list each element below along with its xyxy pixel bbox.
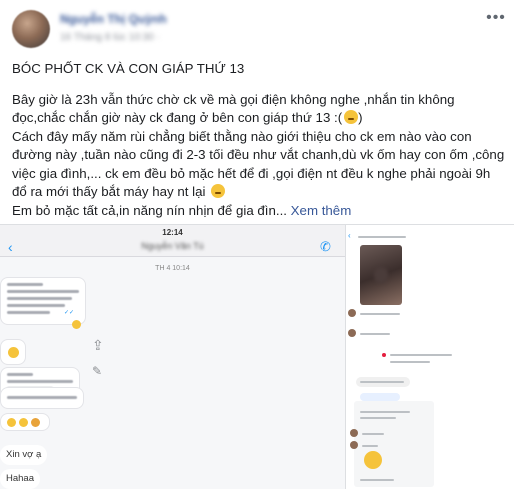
blurred-text bbox=[360, 313, 400, 315]
attached-chat-screenshot[interactable]: 12:14 Nguyễn Văn Tú ‹ ✆ TH 4 10:14 ✓✓ ⇪ … bbox=[0, 225, 345, 489]
phone-icon: ✆ bbox=[320, 239, 331, 254]
avatar bbox=[348, 329, 356, 337]
sad-face-emoji-icon bbox=[344, 110, 359, 124]
post-header: Nguyễn Thị Quỳnh 16 Tháng 8 lúc 10:30 · … bbox=[0, 0, 514, 56]
blurred-text bbox=[360, 333, 390, 335]
chevron-left-icon: ‹ bbox=[348, 231, 351, 240]
chat-bubble bbox=[0, 277, 86, 325]
see-more-link[interactable]: Xem thêm bbox=[287, 203, 352, 218]
post-paragraph: Em bỏ mặc tất cả,in năng nín nhịn để gia… bbox=[12, 202, 352, 218]
blurred-text bbox=[360, 381, 404, 383]
status-bar-time: 12:14 bbox=[162, 228, 183, 237]
chat-bubble bbox=[0, 339, 26, 365]
blurred-text bbox=[362, 445, 378, 447]
blurred-text bbox=[358, 236, 406, 238]
emoji-icon bbox=[364, 451, 382, 469]
chat-bubble bbox=[360, 393, 400, 401]
chat-header: 12:14 Nguyễn Văn Tú ‹ ✆ bbox=[0, 225, 345, 257]
post-paragraph: Bây giờ là 23h vẫn thức chờ ck về mà gọi… bbox=[12, 91, 455, 126]
notification-dot bbox=[382, 353, 386, 357]
chat-reply-bubble: Xin vợ ạ bbox=[0, 445, 48, 465]
pen-icon: ✎ bbox=[92, 364, 103, 378]
avatar bbox=[350, 441, 358, 449]
avatar bbox=[350, 429, 358, 437]
attached-messenger-screenshot[interactable]: ‹ bbox=[345, 225, 514, 489]
chat-bubble bbox=[0, 413, 50, 431]
chat-date-stamp: TH 4 10:14 bbox=[155, 265, 190, 272]
poster-avatar[interactable] bbox=[12, 10, 50, 48]
share-icon: ⇪ bbox=[92, 337, 104, 353]
blurred-text bbox=[390, 354, 452, 356]
blurred-text bbox=[390, 361, 430, 363]
post-body: BÓC PHỐT CK VÀ CON GIÁP THỨ 13 Bây giờ l… bbox=[12, 60, 506, 220]
chat-contact-name: Nguyễn Văn Tú bbox=[141, 241, 204, 251]
blurred-text bbox=[360, 417, 396, 419]
emoji-icon bbox=[72, 320, 81, 329]
chat-bubble bbox=[0, 387, 84, 409]
avatar bbox=[348, 309, 356, 317]
poster-name[interactable]: Nguyễn Thị Quỳnh bbox=[60, 12, 167, 26]
embedded-screenshot bbox=[354, 401, 434, 487]
post-timestamp[interactable]: 16 Tháng 8 lúc 10:30 · bbox=[60, 32, 160, 43]
more-horizontal-icon[interactable]: ••• bbox=[486, 10, 506, 26]
blurred-text bbox=[360, 411, 410, 413]
blurred-text bbox=[360, 479, 394, 481]
shared-photo bbox=[360, 245, 402, 305]
chat-reply-bubble: Hahaa bbox=[0, 469, 40, 489]
blurred-text bbox=[362, 433, 384, 435]
sad-face-emoji-icon bbox=[211, 184, 226, 198]
post-paragraph: Cách đây mấy năm rùi chẳng biết thằng nà… bbox=[12, 128, 505, 200]
post-title: BÓC PHỐT CK VÀ CON GIÁP THỨ 13 bbox=[12, 61, 245, 76]
seen-indicator: ✓✓ bbox=[64, 310, 75, 316]
chevron-left-icon: ‹ bbox=[8, 239, 13, 255]
